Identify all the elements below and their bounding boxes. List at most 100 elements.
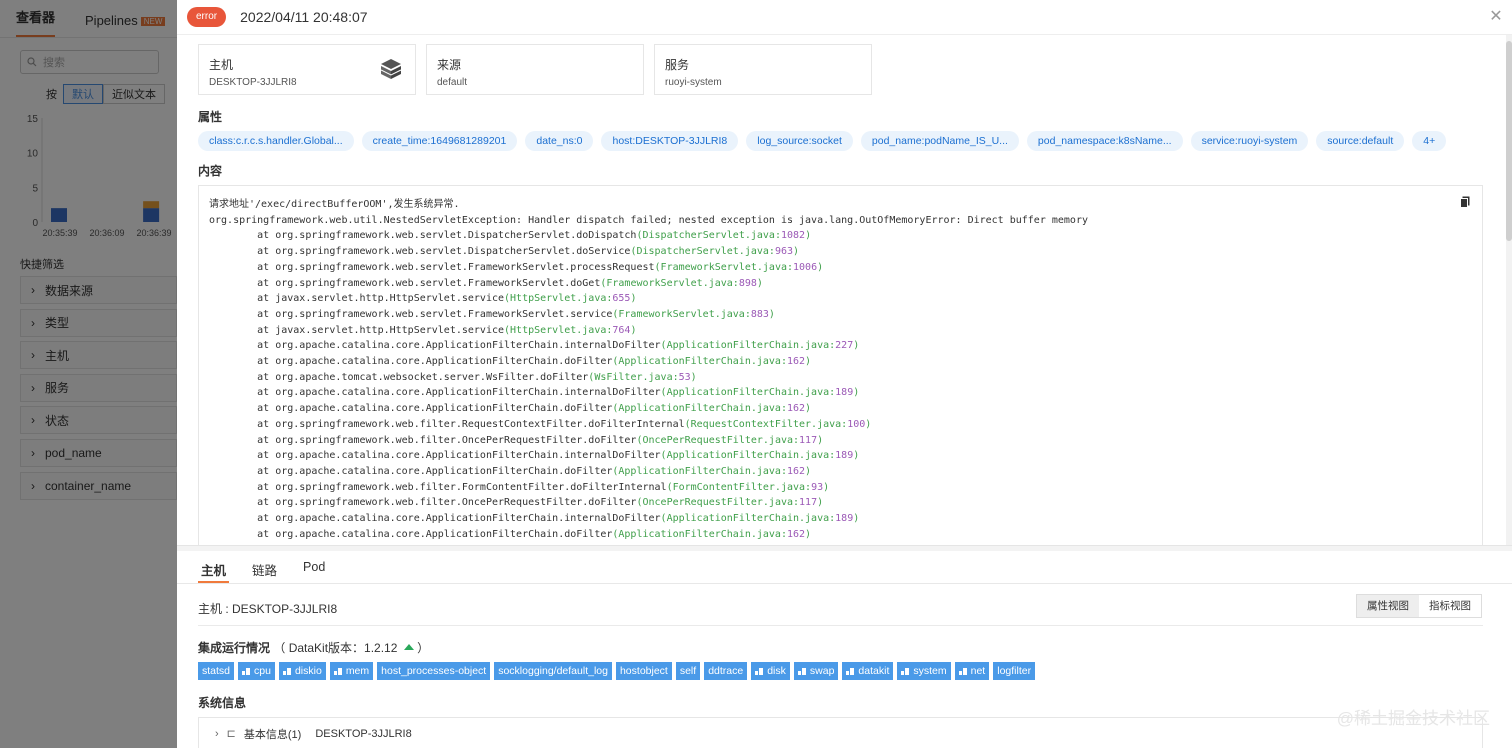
log-text: 请求地址'/exec/directBufferOOM',发生系统异常. org.s… xyxy=(209,197,1482,542)
drawer-header: error 2022/04/11 20:48:07 ✕ xyxy=(177,0,1512,35)
chevron-right-icon: › xyxy=(31,413,35,428)
integration-tag-label: hostobject xyxy=(619,665,668,677)
integration-tag[interactable]: disk xyxy=(751,662,790,680)
attribute-tag[interactable]: host:DESKTOP-3JJLRI8 xyxy=(601,131,739,151)
chevron-right-icon[interactable]: › xyxy=(215,728,219,740)
attribute-tag[interactable]: create_time:1649681289201 xyxy=(361,131,518,151)
tab-viewer[interactable]: 查看器 xyxy=(16,7,56,37)
scrollbar-thumb[interactable] xyxy=(1506,41,1512,241)
datakit-version-close: ） xyxy=(417,641,430,655)
filter-item[interactable]: › 数据来源 xyxy=(20,276,177,304)
integration-tag[interactable]: system xyxy=(897,662,951,680)
integration-tag[interactable]: self xyxy=(675,662,701,680)
integration-tag-label: mem xyxy=(345,665,370,677)
log-source-file: (ApplicationFilterChain.java: xyxy=(660,387,836,399)
source-card[interactable]: 来源 default xyxy=(426,44,644,95)
filter-item-label: pod_name xyxy=(45,445,102,460)
filter-item[interactable]: › pod_name xyxy=(20,438,177,467)
log-line-number: 883 xyxy=(750,308,769,320)
tab-2[interactable]: Pod xyxy=(300,553,328,583)
integration-tag-label: ddtrace xyxy=(708,665,744,677)
x-tick-label: 20:35:39 xyxy=(42,228,77,238)
scrollbar[interactable] xyxy=(1506,35,1512,545)
integration-tag[interactable]: statsd xyxy=(198,662,235,680)
integration-tag-label: socklogging/default_log xyxy=(498,665,608,677)
filter-item-label: container_name xyxy=(45,478,132,493)
integration-tag[interactable]: cpu xyxy=(238,662,275,680)
close-icon[interactable]: ✕ xyxy=(1488,9,1504,25)
integration-tag[interactable]: hostobject xyxy=(615,662,672,680)
attribute-tag[interactable]: pod_name:podName_IS_U... xyxy=(860,131,1019,151)
log-line: at org.springframework.web.servlet.Frame… xyxy=(209,277,763,289)
attributes-title: 属性 xyxy=(198,110,223,124)
log-line-number: 93 xyxy=(811,481,824,493)
upgrade-arrow-icon[interactable] xyxy=(403,644,414,650)
filter-item[interactable]: › container_name xyxy=(20,471,177,500)
y-tick-label: 15 xyxy=(27,114,39,125)
log-line-number: 764 xyxy=(612,324,631,336)
log-source-file: (FrameworkServlet.java: xyxy=(654,261,794,273)
integration-tag[interactable]: logfilter xyxy=(993,662,1036,680)
log-line-number: 189 xyxy=(835,513,854,525)
mode-default[interactable]: 默认 xyxy=(63,84,103,104)
log-timestamp: 2022/04/11 20:48:07 xyxy=(240,9,368,25)
filter-item-label: 类型 xyxy=(45,316,70,331)
copy-icon[interactable] xyxy=(1460,196,1470,208)
tab-viewer-label: 查看器 xyxy=(16,10,56,25)
integration-tag[interactable]: swap xyxy=(793,662,839,680)
datakit-version: （ DataKit版本：1.2.12 xyxy=(273,641,398,655)
log-line: at org.apache.tomcat.websocket.server.Ws… xyxy=(209,371,697,383)
integration-tag-label: diskio xyxy=(294,665,322,677)
attribute-tag[interactable]: log_source:socket xyxy=(746,131,853,151)
integration-tag-label: datakit xyxy=(858,665,890,677)
attribute-tag[interactable]: date_ns:0 xyxy=(525,131,594,151)
log-source-file: (ApplicationFilterChain.java: xyxy=(660,450,836,462)
chevron-right-icon: › xyxy=(31,283,35,297)
log-source-file: (RequestContextFilter.java: xyxy=(684,418,848,430)
integration-tag[interactable]: host_processes-object xyxy=(377,662,491,680)
integration-tag[interactable]: mem xyxy=(329,662,374,680)
integration-tag[interactable]: diskio xyxy=(278,662,326,680)
tab-1[interactable]: 链路 xyxy=(249,553,280,583)
metric-view-button[interactable]: 指标视图 xyxy=(1419,595,1481,617)
log-paren-close: ) xyxy=(865,418,872,430)
log-paren-close: ) xyxy=(817,434,824,446)
log-line: at org.apache.catalina.core.ApplicationF… xyxy=(209,513,860,525)
filter-item[interactable]: › 主机 xyxy=(20,341,177,370)
search-input[interactable]: 搜索 xyxy=(20,50,159,74)
service-card[interactable]: 服务 ruoyi-system xyxy=(654,44,872,95)
attribute-tag[interactable]: service:ruoyi-system xyxy=(1190,131,1309,151)
integration-tag[interactable]: ddtrace xyxy=(704,662,748,680)
log-source-file: (ApplicationFilterChain.java: xyxy=(612,528,787,540)
log-source-file: (WsFilter.java: xyxy=(588,371,679,383)
log-paren-close: ) xyxy=(805,403,812,415)
attribute-tag[interactable]: 4+ xyxy=(1412,131,1447,151)
integration-tag-label: host_processes-object xyxy=(381,665,487,677)
tab-0[interactable]: 主机 xyxy=(198,553,230,583)
detail-scroll-area[interactable]: 主机 DESKTOP-3JJLRI8 来源 default 服务 ruoyi-s… xyxy=(177,35,1512,545)
log-paren-close: ) xyxy=(805,230,812,242)
attribute-tag[interactable]: source:default xyxy=(1316,131,1405,151)
integration-tag[interactable]: net xyxy=(954,662,990,680)
attribute-view-button[interactable]: 属性视图 xyxy=(1357,595,1419,617)
section-divider[interactable] xyxy=(177,545,1512,551)
log-line: at javax.servlet.http.HttpServlet.servic… xyxy=(209,293,637,305)
attribute-tag[interactable]: pod_namespace:k8sName... xyxy=(1026,131,1183,151)
chevron-right-icon: › xyxy=(31,478,35,493)
log-content[interactable]: 请求地址'/exec/directBufferOOM',发生系统异常. org.s… xyxy=(198,185,1483,545)
mode-fuzzy-text[interactable]: 近似文本 xyxy=(103,84,165,104)
log-line: at org.apache.catalina.core.ApplicationF… xyxy=(209,450,860,462)
integration-tag[interactable]: datakit xyxy=(842,662,894,680)
y-tick-label: 5 xyxy=(32,183,38,194)
filter-item[interactable]: › 状态 xyxy=(20,406,177,435)
filter-item[interactable]: › 服务 xyxy=(20,373,177,402)
integration-tag-label: cpu xyxy=(254,665,271,677)
sysinfo-title: 系统信息 xyxy=(198,696,247,710)
cube-icon xyxy=(380,59,402,79)
integration-tag[interactable]: socklogging/default_log xyxy=(494,662,612,680)
host-card[interactable]: 主机 DESKTOP-3JJLRI8 xyxy=(198,44,416,95)
sysinfo-basic-row[interactable]: › ⊏ 基本信息(1) DESKTOP-3JJLRI8 xyxy=(198,717,1483,748)
filter-item[interactable]: › 类型 xyxy=(20,308,177,337)
attribute-tag[interactable]: class:c.r.c.s.handler.Global... xyxy=(198,131,354,151)
tab-pipelines[interactable]: Pipelines NEW xyxy=(85,13,166,37)
